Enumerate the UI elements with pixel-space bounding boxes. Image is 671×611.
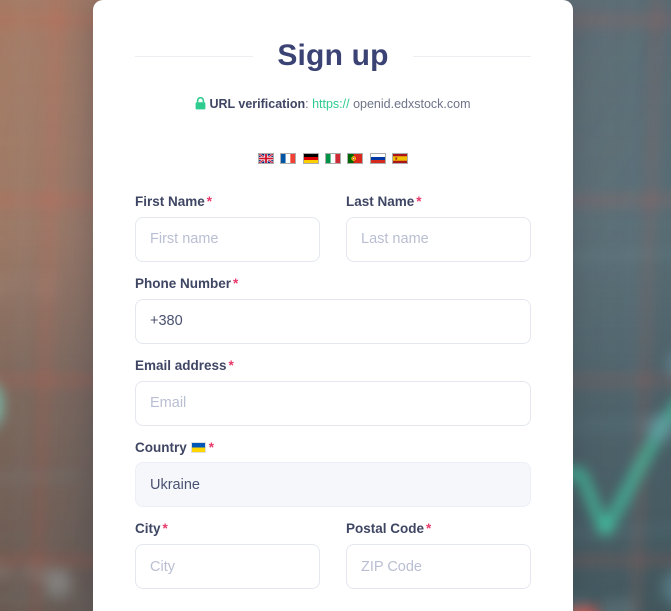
label-city: City * [135, 521, 320, 537]
email-input[interactable] [135, 380, 531, 426]
last-name-input[interactable] [346, 216, 531, 262]
field-phone-number: Phone Number * [135, 275, 531, 344]
title-rule-left [135, 55, 254, 57]
field-country: Country * [135, 439, 531, 508]
flag-france[interactable] [280, 153, 297, 164]
label-phone-number: Phone Number * [135, 275, 531, 292]
flag-united-kingdom[interactable] [257, 153, 274, 164]
label-country-text: Country [135, 439, 187, 455]
required-marker: * [162, 521, 168, 537]
flag-ukraine [190, 441, 206, 453]
field-last-name: Last Name * [346, 194, 531, 262]
language-selector[interactable] [135, 153, 531, 164]
label-phone-number-text: Phone Number [135, 275, 232, 291]
required-marker: * [426, 521, 432, 537]
label-email-address: Email address * [135, 357, 531, 374]
first-name-input[interactable] [135, 216, 320, 262]
required-marker: * [208, 439, 215, 455]
label-postal-code: Postal Code * [346, 521, 531, 537]
title-rule-right [412, 55, 532, 57]
label-email-address-text: Email address [135, 357, 227, 373]
email-row: Email address * [135, 357, 531, 441]
url-scheme: https:// [312, 97, 350, 111]
label-last-name: Last Name * [346, 194, 531, 210]
label-first-name-text: First Name [135, 194, 205, 209]
country-row: Country * [135, 439, 531, 523]
name-row: First Name* Last Name* [135, 194, 531, 277]
signup-form: First Name* Last Name* Phone Number* Ema… [135, 194, 531, 604]
required-marker: * [228, 357, 234, 373]
phone-row: Phone Number * [135, 275, 531, 359]
signup-card: Sign up URL verification: https:// openi… [93, 0, 573, 611]
label-first-name: First Name * [135, 194, 320, 210]
label-country: Country * [135, 439, 531, 456]
field-email-address: Email address * [135, 357, 531, 426]
url-verification-separator: : [305, 97, 309, 111]
required-marker: * [206, 194, 213, 209]
postal-code-input[interactable] [346, 544, 531, 590]
flag-portugal[interactable] [347, 153, 364, 164]
page-title: Sign up [277, 39, 389, 72]
url-verification-label: URL verification [209, 97, 306, 111]
field-first-name: First Name * [135, 194, 320, 262]
country-input[interactable] [135, 462, 531, 508]
url-host: openid.edxstock.com [353, 97, 471, 111]
required-marker: * [416, 194, 422, 209]
label-city-text: City [135, 521, 161, 537]
city-input[interactable] [135, 544, 320, 590]
flag-spain[interactable] [392, 153, 409, 164]
lock-icon [195, 96, 206, 113]
label-postal-code-text: Postal Code [346, 521, 425, 537]
phone-number-input[interactable] [135, 298, 531, 344]
url-verification: URL verification: https:// openid.edxsto… [135, 96, 531, 113]
required-marker: * [233, 275, 239, 291]
page-title-row: Sign up [135, 39, 532, 72]
city-postal-row: City* Postal Code* [135, 521, 531, 604]
label-last-name-text: Last Name [346, 194, 415, 209]
flag-russia[interactable] [369, 153, 386, 164]
field-city: City * [135, 521, 320, 590]
field-postal-code: Postal Code * [346, 521, 531, 590]
flag-italy[interactable] [325, 153, 341, 164]
flag-germany[interactable] [302, 153, 319, 164]
